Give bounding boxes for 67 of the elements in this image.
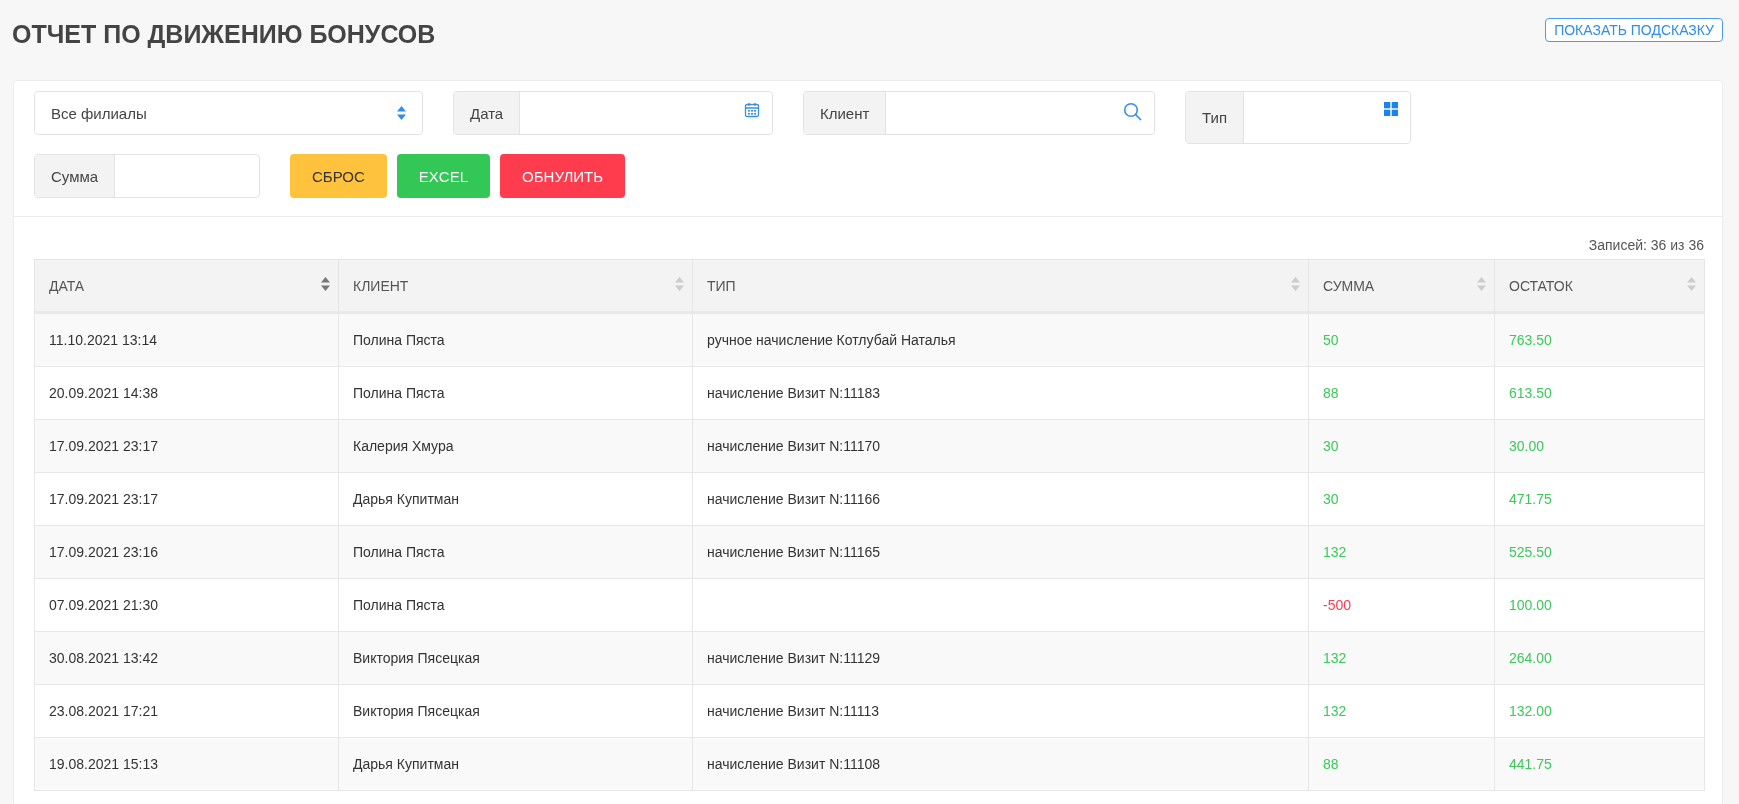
table-cell: 471.75 [1494,472,1705,526]
table-cell: 525.50 [1494,525,1705,579]
table-cell: 613.50 [1494,366,1705,420]
table-cell: Калерия Хмура [338,419,693,473]
table-cell: 264.00 [1494,631,1705,685]
table-cell: 17.09.2021 23:17 [34,419,339,473]
table-cell: начисление Визит N:11113 [692,684,1309,738]
select-caret-icon [397,106,406,120]
table-cell: 132.00 [1494,684,1705,738]
table-cell: начисление Визит N:11108 [692,737,1309,791]
table-cell: 19.08.2021 15:13 [34,737,339,791]
table-cell: 132 [1308,631,1495,685]
table-cell: 50 [1308,312,1495,367]
table-cell: 763.50 [1494,312,1705,367]
table-cell: 20.09.2021 14:38 [34,366,339,420]
search-icon [1123,102,1142,121]
table-cell: 441.75 [1494,737,1705,791]
date-field[interactable]: Дата [453,91,773,135]
table-cell: Дарья Купитман [338,472,693,526]
table-cell: 30.08.2021 13:42 [34,631,339,685]
grid-icon [1384,102,1398,116]
table-cell: 100.00 [1494,578,1705,632]
branch-select[interactable]: Все филиалы [34,91,423,135]
field-label: Клиент [804,92,887,134]
type-field[interactable]: Тип [1185,91,1411,144]
table-cell: Виктория Пясецкая [338,684,693,738]
table-cell: 30.00 [1494,419,1705,473]
table-cell: 88 [1308,737,1495,791]
records-count: Записей: 36 из 36 [1587,236,1705,255]
sort-icon[interactable] [321,277,330,291]
field-label: Тип [1186,92,1244,143]
table-cell: -500 [1308,578,1495,632]
table-cell: 07.09.2021 21:30 [34,578,339,632]
table-cell: 23.08.2021 17:21 [34,684,339,738]
page-title: ОТЧЕТ ПО ДВИЖЕНИЮ БОНУСОВ [12,19,436,49]
table-cell: Полина Пяста [338,366,693,420]
table-cell: 132 [1308,525,1495,579]
table-cell: начисление Визит N:11129 [692,631,1309,685]
field-label: Дата [454,92,521,134]
column-header[interactable]: ДАТА [34,259,339,313]
table-cell: Виктория Пясецкая [338,631,693,685]
table-cell: ручное начисление Котлубай Наталья [692,312,1309,367]
table-cell: 17.09.2021 23:17 [34,472,339,526]
column-header[interactable]: ТИП [692,259,1309,313]
table-cell: Полина Пяста [338,578,693,632]
table-cell: Полина Пяста [338,312,693,367]
table-cell: 17.09.2021 23:16 [34,525,339,579]
table-cell: начисление Визит N:11165 [692,525,1309,579]
sum-field[interactable]: Сумма [34,154,260,198]
table-cell: начисление Визит N:11183 [692,366,1309,420]
field-label: Сумма [35,155,116,197]
table-cell: 30 [1308,472,1495,526]
client-search-field[interactable]: Клиент [803,91,1155,135]
column-header[interactable]: СУММА [1308,259,1495,313]
table-cell: 88 [1308,366,1495,420]
table-cell: 30 [1308,419,1495,473]
table-cell: 11.10.2021 13:14 [34,312,339,367]
table-cell: 132 [1308,684,1495,738]
column-header[interactable]: ОСТАТОК [1494,259,1705,313]
table-cell: начисление Визит N:11170 [692,419,1309,473]
table-cell: Дарья Купитман [338,737,693,791]
reset-to-zero-button[interactable]: ОБНУЛИТЬ [500,154,626,198]
reset-button[interactable]: СБРОС [290,154,387,198]
table-cell: начисление Визит N:11166 [692,472,1309,526]
table-cell: Полина Пяста [338,525,693,579]
calendar-icon [744,102,760,118]
column-header[interactable]: КЛИЕНТ [338,259,693,313]
